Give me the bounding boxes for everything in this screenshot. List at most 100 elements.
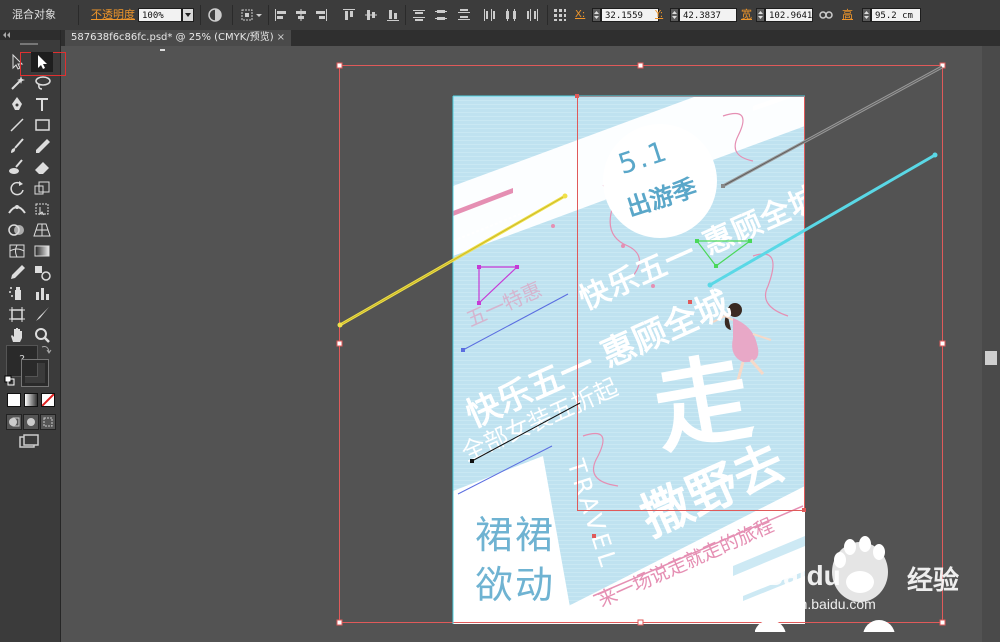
pencil-tool[interactable]	[31, 136, 53, 156]
yellow-anchor-point[interactable]	[337, 322, 343, 328]
free-transform-tool[interactable]	[31, 199, 53, 219]
cyan-anchor-point[interactable]	[707, 282, 713, 288]
scale-tool[interactable]	[31, 178, 53, 198]
red-anchor-point[interactable]	[592, 534, 596, 538]
gradient-mode-button[interactable]	[24, 393, 38, 407]
zoom-tool[interactable]	[31, 325, 53, 345]
vertical-scrollbar[interactable]	[982, 46, 1000, 642]
align-right-button[interactable]	[313, 7, 329, 23]
red-anchor-point[interactable]	[802, 508, 806, 512]
document-tab[interactable]: 587638f6c86fc.psd* @ 25% (CMYK/预览) ×	[65, 30, 291, 46]
resize-handle-top[interactable]	[637, 62, 644, 69]
eraser-tool[interactable]	[31, 157, 53, 177]
distribute-vcenter-button[interactable]	[433, 7, 449, 23]
corner-text-line1: 裙裙	[475, 513, 556, 557]
distribute-hcenter-button[interactable]	[503, 7, 519, 23]
blend-tool[interactable]	[31, 262, 53, 282]
artboard-tool[interactable]	[6, 304, 28, 324]
resize-handle-right[interactable]	[939, 340, 946, 347]
resize-handle-left[interactable]	[336, 340, 343, 347]
width-tool[interactable]	[6, 199, 28, 219]
opacity-label[interactable]: 不透明度	[91, 0, 135, 30]
gray-anchor-point[interactable]	[721, 184, 725, 188]
resize-handle-bottom-left[interactable]	[336, 619, 343, 626]
line-tool[interactable]	[6, 115, 28, 135]
pen-tool[interactable]	[6, 94, 28, 114]
rotate-tool[interactable]	[6, 178, 28, 198]
red-anchor-point[interactable]	[575, 94, 579, 98]
resize-handle-bottom[interactable]	[637, 619, 644, 626]
color-mode-button[interactable]	[7, 393, 21, 407]
x-label[interactable]: X:	[575, 0, 585, 30]
direct-selection-tool[interactable]	[31, 52, 53, 72]
eyedropper-tool[interactable]	[6, 262, 28, 282]
green-anchor-point[interactable]	[695, 239, 699, 243]
distribute-top-button[interactable]	[411, 7, 427, 23]
close-tab-button[interactable]: ×	[277, 30, 285, 46]
x-field[interactable]: 32.1559	[601, 8, 659, 22]
lasso-tool[interactable]	[31, 73, 53, 93]
height-label[interactable]: 高	[842, 0, 853, 30]
align-hcenter-button[interactable]	[293, 7, 309, 23]
column-graph-tool[interactable]	[31, 283, 53, 303]
blob-brush-tool[interactable]	[6, 157, 28, 177]
distribute-bottom-button[interactable]	[456, 7, 472, 23]
swap-fill-stroke-button[interactable]	[40, 343, 52, 358]
red-anchor-point[interactable]	[688, 300, 692, 304]
y-field[interactable]: 42.3837	[679, 8, 737, 22]
mesh-tool[interactable]	[6, 241, 28, 261]
magic-wand-tool[interactable]	[6, 73, 28, 93]
align-to-button[interactable]	[240, 7, 264, 23]
transform-reference-button[interactable]	[552, 7, 568, 23]
magenta-anchor-point[interactable]	[515, 265, 519, 269]
shape-builder-tool[interactable]	[6, 220, 28, 240]
height-stepper[interactable]	[862, 8, 871, 22]
cyan-anchor-point[interactable]	[932, 152, 938, 158]
paintbrush-tool[interactable]	[6, 136, 28, 156]
perspective-grid-tool[interactable]	[31, 220, 53, 240]
grip-handle[interactable]	[20, 43, 38, 45]
poster-artwork[interactable]: 5.1 出游季 快乐五一 惠顾全城 五一特惠 快乐五一 惠顾全城 全部女装五折起…	[453, 96, 805, 624]
align-left-button[interactable]	[273, 7, 289, 23]
align-vcenter-button[interactable]	[363, 7, 379, 23]
width-field[interactable]: 102.9641	[765, 8, 813, 22]
none-mode-button[interactable]	[41, 393, 55, 407]
draw-normal-button[interactable]	[6, 414, 22, 430]
slice-tool[interactable]	[31, 304, 53, 324]
width-stepper[interactable]	[756, 8, 765, 22]
magenta-anchor-point[interactable]	[477, 301, 481, 305]
recolor-button[interactable]	[207, 7, 223, 23]
gradient-tool[interactable]	[31, 241, 53, 261]
y-label[interactable]: Y:	[655, 0, 663, 30]
resize-handle-top-right[interactable]	[939, 62, 946, 69]
scrollbar-thumb[interactable]	[985, 351, 997, 365]
distribute-right-button[interactable]	[525, 7, 541, 23]
green-anchor-point[interactable]	[748, 239, 752, 243]
rectangle-tool[interactable]	[31, 115, 53, 135]
align-top-button[interactable]	[341, 7, 357, 23]
magenta-anchor-point[interactable]	[477, 265, 481, 269]
screen-mode-button[interactable]	[18, 434, 40, 453]
height-field[interactable]: 95.2 cm	[871, 8, 921, 22]
default-colors-button[interactable]	[4, 375, 16, 390]
black-anchor-point[interactable]	[470, 459, 474, 463]
link-proportions-button[interactable]	[818, 7, 834, 23]
draw-inside-button[interactable]	[40, 414, 56, 430]
x-stepper[interactable]	[592, 8, 601, 22]
type-tool[interactable]	[31, 94, 53, 114]
align-bottom-button[interactable]	[385, 7, 401, 23]
opacity-field[interactable]: 100%	[138, 8, 182, 22]
symbol-sprayer-tool[interactable]	[6, 283, 28, 303]
hand-tool[interactable]	[6, 325, 28, 345]
distribute-left-button[interactable]	[481, 7, 497, 23]
y-stepper[interactable]	[670, 8, 679, 22]
blue-anchor-point[interactable]	[461, 348, 465, 352]
opacity-dropdown-button[interactable]	[182, 8, 194, 22]
draw-behind-button[interactable]	[23, 414, 39, 430]
resize-handle-top-left[interactable]	[336, 62, 343, 69]
green-anchor-point[interactable]	[714, 264, 718, 268]
width-label[interactable]: 宽	[741, 0, 752, 30]
yellow-anchor-point[interactable]	[562, 193, 568, 199]
stroke-swatch[interactable]	[21, 359, 49, 387]
tools-panel-header[interactable]	[0, 30, 60, 40]
